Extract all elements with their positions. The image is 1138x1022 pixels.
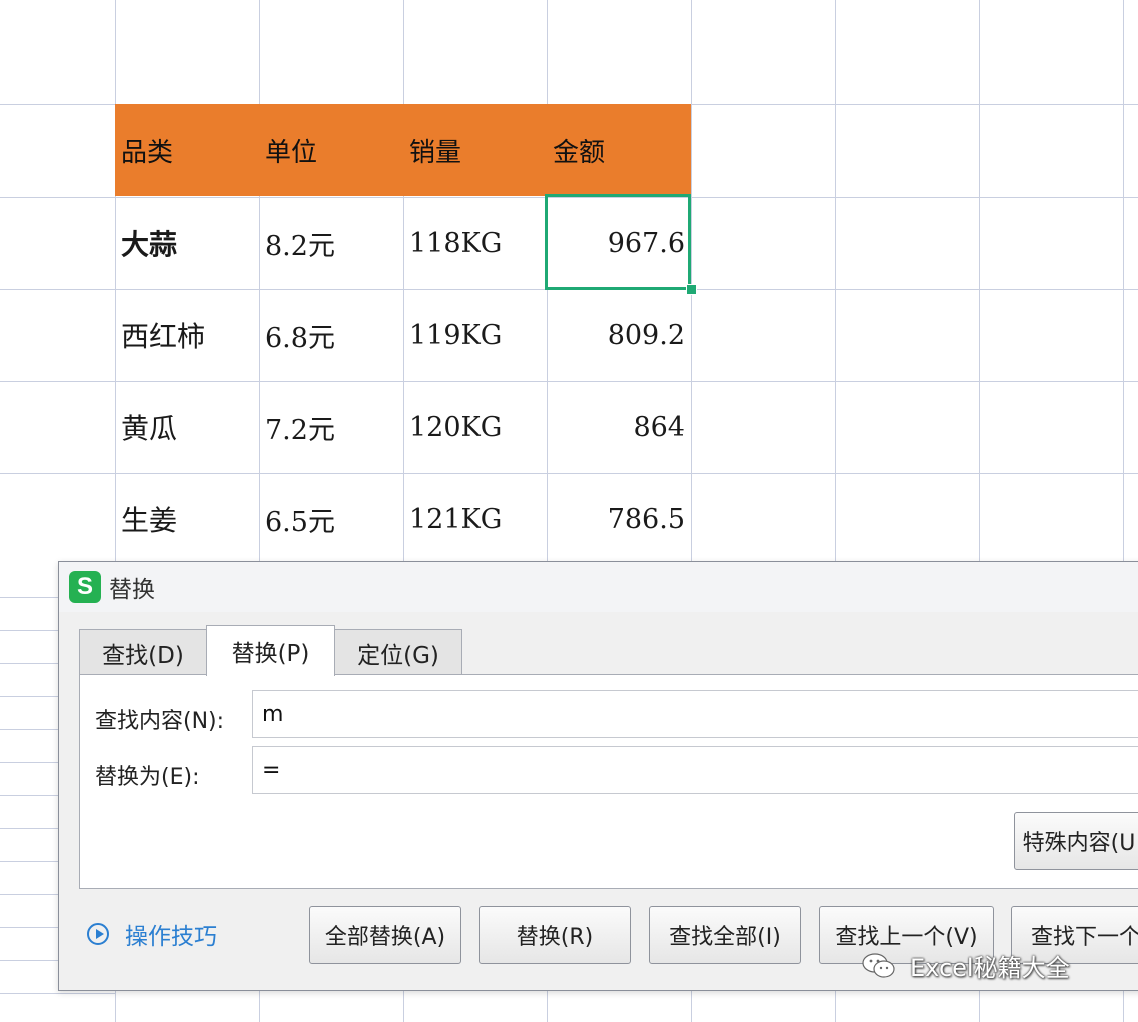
tab-goto[interactable]: 定位(G) bbox=[334, 629, 462, 675]
cell-category[interactable]: 西红柿 bbox=[115, 289, 259, 381]
table-row: 生姜 6.5元 121KG 786.5 bbox=[115, 473, 691, 565]
cell-amount[interactable]: 809.2 bbox=[547, 289, 691, 381]
replace-dialog: S 替换 查找(D) 替换(P) 定位(G) 查找内容(N): m 替换为(E)… bbox=[58, 561, 1138, 991]
cell-unit[interactable]: 8.2元 bbox=[259, 197, 403, 289]
cell-unit[interactable]: 7.2元 bbox=[259, 381, 403, 473]
replace-panel: 查找内容(N): m 替换为(E): = 特殊内容(U bbox=[79, 674, 1138, 889]
header-cell-amount[interactable]: 金额 bbox=[547, 104, 691, 196]
cell-category[interactable]: 生姜 bbox=[115, 473, 259, 565]
cell-sales[interactable]: 121KG bbox=[403, 473, 547, 565]
find-what-label: 查找内容(N): bbox=[95, 709, 225, 734]
special-content-button[interactable]: 特殊内容(U bbox=[1014, 812, 1138, 870]
table-row: 西红柿 6.8元 119KG 809.2 bbox=[115, 289, 691, 381]
replace-button[interactable]: 替换(R) bbox=[479, 906, 631, 964]
wechat-icon bbox=[862, 952, 895, 978]
operation-tips-link[interactable]: 操作技巧 bbox=[87, 917, 217, 951]
play-circle-icon bbox=[87, 923, 109, 945]
grid-row-line bbox=[0, 993, 115, 994]
replace-with-input[interactable]: = bbox=[252, 746, 1138, 794]
cell-unit[interactable]: 6.8元 bbox=[259, 289, 403, 381]
cell-sales[interactable]: 118KG bbox=[403, 197, 547, 289]
cell-amount[interactable]: 864 bbox=[547, 381, 691, 473]
table-header-row: 品类 单位 销量 金额 bbox=[115, 104, 691, 197]
cell-category[interactable]: 黄瓜 bbox=[115, 381, 259, 473]
find-all-button[interactable]: 查找全部(I) bbox=[649, 906, 801, 964]
active-cell-selection[interactable] bbox=[545, 194, 691, 290]
table-row: 黄瓜 7.2元 120KG 864 bbox=[115, 381, 691, 473]
operation-tips-label: 操作技巧 bbox=[125, 924, 217, 950]
cell-sales[interactable]: 120KG bbox=[403, 381, 547, 473]
header-cell-category[interactable]: 品类 bbox=[115, 104, 259, 196]
cell-sales[interactable]: 119KG bbox=[403, 289, 547, 381]
wps-spreadsheet-icon: S bbox=[69, 571, 101, 603]
fill-handle[interactable] bbox=[686, 284, 697, 295]
replace-with-label: 替换为(E): bbox=[95, 765, 200, 790]
dialog-title: 替换 bbox=[109, 577, 155, 603]
dialog-titlebar[interactable]: S 替换 bbox=[59, 562, 1138, 612]
find-what-input[interactable]: m bbox=[252, 690, 1138, 738]
replace-all-button[interactable]: 全部替换(A) bbox=[309, 906, 461, 964]
cell-unit[interactable]: 6.5元 bbox=[259, 473, 403, 565]
watermark: Excel秘籍大全 bbox=[862, 948, 1070, 983]
cell-category[interactable]: 大蒜 bbox=[115, 197, 259, 289]
header-cell-unit[interactable]: 单位 bbox=[259, 104, 403, 196]
tab-replace[interactable]: 替换(P) bbox=[206, 625, 335, 676]
watermark-text: Excel秘籍大全 bbox=[910, 954, 1070, 982]
cell-amount[interactable]: 786.5 bbox=[547, 473, 691, 565]
header-cell-sales[interactable]: 销量 bbox=[403, 104, 547, 196]
tab-find[interactable]: 查找(D) bbox=[79, 629, 207, 675]
data-table: 品类 单位 销量 金额 大蒜 8.2元 118KG 967.6 西红柿 6.8元… bbox=[115, 104, 691, 565]
